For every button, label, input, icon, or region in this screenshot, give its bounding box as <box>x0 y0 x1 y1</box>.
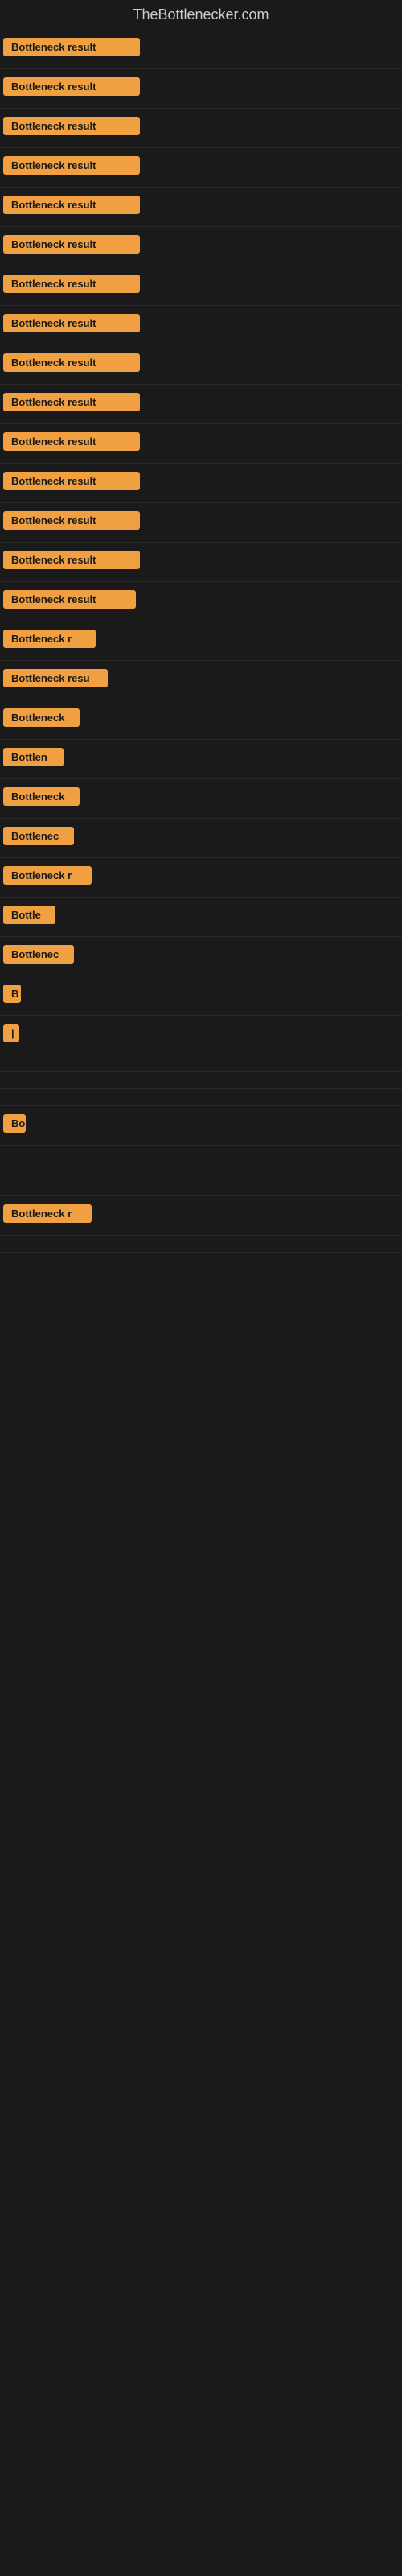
result-row <box>0 1089 402 1106</box>
bottleneck-badge[interactable]: Bottleneck result <box>3 235 140 254</box>
bottleneck-badge[interactable]: Bottleneck result <box>3 393 140 411</box>
bottleneck-badge[interactable]: Bottleneck result <box>3 38 140 56</box>
bottleneck-badge[interactable]: Bottleneck result <box>3 551 140 569</box>
result-row: Bottleneck result <box>0 188 402 227</box>
result-row <box>0 1072 402 1089</box>
result-row: Bottleneck <box>0 779 402 819</box>
result-row <box>0 1269 402 1286</box>
bottleneck-badge[interactable]: Bottlenec <box>3 945 74 964</box>
bottleneck-badge[interactable]: Bottleneck result <box>3 590 136 609</box>
result-row: Bottleneck result <box>0 30 402 69</box>
result-row: Bottleneck result <box>0 306 402 345</box>
bottleneck-badge[interactable]: B <box>3 985 21 1003</box>
result-row: Bottleneck result <box>0 464 402 503</box>
bottleneck-badge[interactable]: Bottleneck result <box>3 196 140 214</box>
bottleneck-badge[interactable]: Bottleneck result <box>3 275 140 293</box>
result-row <box>0 1253 402 1269</box>
result-row: Bottlenec <box>0 819 402 858</box>
bottleneck-badge[interactable]: Bottleneck result <box>3 117 140 135</box>
bottleneck-badge[interactable]: Bottleneck r <box>3 1204 92 1223</box>
result-row: Bottleneck <box>0 700 402 740</box>
result-row: Bottleneck result <box>0 345 402 385</box>
bottleneck-badge[interactable]: Bottleneck r <box>3 866 92 885</box>
result-row <box>0 1179 402 1196</box>
result-row: Bottleneck result <box>0 266 402 306</box>
result-row: Bottleneck result <box>0 582 402 621</box>
result-row <box>0 1146 402 1162</box>
result-row: Bottleneck result <box>0 424 402 464</box>
bottleneck-badge[interactable]: Bottleneck result <box>3 432 140 451</box>
result-row: Bottleneck r <box>0 1196 402 1236</box>
result-row <box>0 1055 402 1072</box>
bottleneck-badge[interactable]: Bottleneck resu <box>3 669 108 687</box>
result-row: Bottleneck result <box>0 385 402 424</box>
result-row: B <box>0 976 402 1016</box>
page-container: TheBottlenecker.com Bottleneck resultBot… <box>0 0 402 1286</box>
result-row: Bottleneck result <box>0 69 402 109</box>
bottleneck-badge[interactable]: Bottlen <box>3 748 64 766</box>
bottleneck-badge[interactable]: Bottlenec <box>3 827 74 845</box>
bottleneck-badge[interactable]: Bottleneck result <box>3 511 140 530</box>
bottleneck-badge[interactable]: Bottleneck result <box>3 314 140 332</box>
result-row <box>0 1162 402 1179</box>
bottleneck-badge[interactable]: Bottleneck result <box>3 472 140 490</box>
result-row: Bottleneck result <box>0 543 402 582</box>
bottleneck-badge[interactable]: Bottleneck <box>3 708 80 727</box>
result-row: Bottleneck r <box>0 621 402 661</box>
result-row: | <box>0 1016 402 1055</box>
result-row <box>0 1236 402 1253</box>
result-row: Bottleneck result <box>0 503 402 543</box>
bottleneck-badge[interactable]: Bottleneck result <box>3 77 140 96</box>
result-row: Bottleneck result <box>0 109 402 148</box>
results-list: Bottleneck result Bottleneck result Bottle… <box>0 30 402 1286</box>
bottleneck-badge[interactable]: Bottleneck result <box>3 156 140 175</box>
bottleneck-badge[interactable]: | <box>3 1024 19 1042</box>
result-row: Bottleneck r <box>0 858 402 898</box>
result-row: Bottleneck resu <box>0 661 402 700</box>
result-row: Bottleneck result <box>0 148 402 188</box>
bottleneck-badge[interactable]: Bottleneck r <box>3 630 96 648</box>
site-title: TheBottlenecker.com <box>0 0 402 30</box>
result-row: Bo <box>0 1106 402 1146</box>
result-row: Bottle <box>0 898 402 937</box>
bottleneck-badge[interactable]: Bo <box>3 1114 26 1133</box>
result-row: Bottlen <box>0 740 402 779</box>
bottleneck-badge[interactable]: Bottleneck result <box>3 353 140 372</box>
result-row: Bottleneck result <box>0 227 402 266</box>
bottleneck-badge[interactable]: Bottle <box>3 906 55 924</box>
result-row: Bottlenec <box>0 937 402 976</box>
bottleneck-badge[interactable]: Bottleneck <box>3 787 80 806</box>
